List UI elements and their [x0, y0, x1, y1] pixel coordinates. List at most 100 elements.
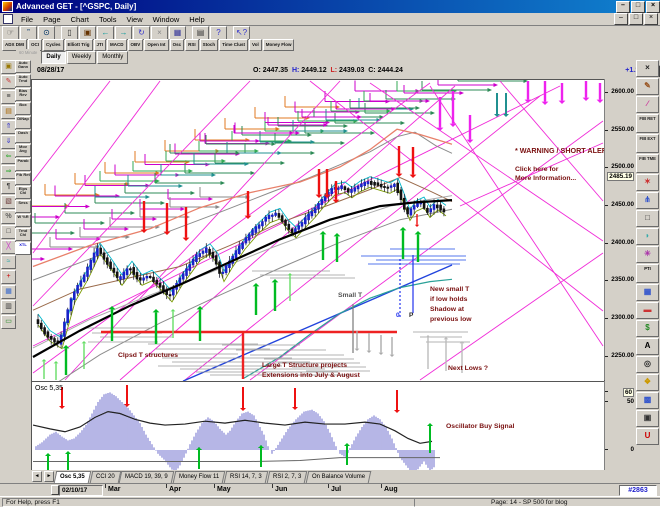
zoom-tool[interactable]: ◎ — [636, 356, 659, 373]
tool-auto-gann[interactable]: Auto Gann — [15, 60, 31, 73]
menu-page[interactable]: Page — [38, 14, 66, 25]
left-icon-15[interactable]: ▦ — [1, 285, 16, 299]
study-jti[interactable]: JTI — [93, 39, 107, 51]
left-icon-5[interactable]: ⇓ — [1, 135, 16, 149]
left-icon-7[interactable]: ⇒ — [1, 165, 16, 179]
study-vol[interactable]: Vol — [249, 39, 262, 51]
study-elliott-trig[interactable]: Elliott Trig — [64, 39, 93, 51]
tool-elps-chl[interactable]: Elps Chl — [15, 186, 31, 199]
price-chart[interactable]: 0 P * WARNING / SHORT ALERT * Click here fo… — [32, 80, 604, 381]
left-icon-17[interactable]: ▭ — [1, 315, 16, 329]
close-button[interactable]: × — [646, 0, 660, 13]
print-icon[interactable]: ▤ — [192, 25, 209, 40]
timeframe-daily[interactable]: Daily — [41, 51, 66, 64]
pointer-icon[interactable]: ☞ — [2, 25, 19, 40]
mdi-restore-button[interactable]: □ — [629, 13, 643, 25]
timeframe-monthly[interactable]: Monthly — [97, 51, 129, 64]
pti-tool[interactable]: PTI — [636, 264, 659, 283]
context-help-icon[interactable]: ↖? — [233, 25, 250, 40]
mob-tool[interactable]: ▬ — [636, 302, 659, 319]
tab-rsi-2-7-3[interactable]: RSI 2, 7, 3 — [266, 471, 308, 483]
timeframe-weekly[interactable]: Weekly — [66, 51, 97, 64]
mdi-close-button[interactable]: × — [644, 13, 658, 25]
left-icon-13[interactable]: ≈ — [1, 255, 16, 269]
color-tool[interactable]: ❖ — [636, 374, 659, 391]
annotation[interactable]: More Information... — [515, 175, 576, 182]
study-rsi[interactable]: RSI — [185, 39, 199, 51]
restore-button[interactable]: □ — [631, 0, 645, 13]
left-icon-16[interactable]: ▥ — [1, 300, 16, 314]
start-date-box[interactable]: 02/10/17 — [59, 485, 103, 496]
menu-window[interactable]: Window — [148, 14, 185, 25]
left-icon-0[interactable]: ▣ — [1, 60, 16, 74]
tab-macd-19-39-9[interactable]: MACD 19, 39, 9 — [119, 471, 175, 483]
update-tool[interactable]: U — [636, 428, 659, 445]
expansion-tool[interactable]: ✳ — [636, 246, 659, 263]
save-icon[interactable]: ▣ — [79, 25, 96, 40]
left-icon-4[interactable]: ⇑ — [1, 120, 16, 134]
trendline-tool[interactable]: ∕ — [636, 96, 659, 113]
gann-fan-tool[interactable]: ✶ — [636, 174, 659, 191]
left-icon-3[interactable]: ▤ — [1, 105, 16, 119]
box-tool[interactable]: □ — [636, 210, 659, 227]
tool-xtl[interactable]: XTL — [15, 242, 31, 255]
quote-icon[interactable]: ” — [20, 25, 37, 40]
tab-money-flow-11[interactable]: Money Flow 11 — [172, 471, 226, 483]
back-icon[interactable]: ← — [97, 25, 114, 40]
ellipse-tool[interactable]: ◗ — [636, 228, 659, 245]
tool-dash[interactable]: Dash — [15, 130, 31, 143]
oscillator-pane[interactable]: Osc 5,35 Oscillator Buy Signal — [31, 381, 605, 472]
left-icon-8[interactable]: ¶ — [1, 180, 16, 194]
study-open-int[interactable]: Open Int — [144, 39, 169, 51]
left-icon-9[interactable]: ▧ — [1, 195, 16, 209]
oscillator-chart[interactable]: Osc 5,35 Oscillator Buy Signal — [32, 382, 604, 471]
price-chart-pane[interactable]: 0 P * WARNING / SHORT ALERT * Click here fo… — [31, 79, 605, 382]
tab-cci-20[interactable]: CCI 20 — [89, 471, 121, 483]
grid-tool[interactable]: ▩ — [636, 392, 659, 409]
fib-time-tool[interactable]: FIB TME — [636, 154, 659, 173]
refresh-icon[interactable]: ↻ — [133, 25, 150, 40]
gann-box-tool[interactable]: ▦ — [636, 284, 659, 301]
forward-icon[interactable]: → — [115, 25, 132, 40]
study-stoch[interactable]: Stoch — [199, 39, 219, 51]
date-scroll-button[interactable] — [51, 485, 59, 495]
study-osc[interactable]: Osc — [169, 39, 185, 51]
left-icon-11[interactable]: □ — [1, 225, 16, 239]
left-icon-12[interactable]: ╳ — [1, 240, 16, 254]
delete-icon[interactable]: × — [151, 25, 168, 40]
tool-sess[interactable]: Sess — [15, 200, 31, 213]
price-label-tool[interactable]: $ — [636, 320, 659, 337]
menu-tools[interactable]: Tools — [94, 14, 122, 25]
tool-trnd-chl[interactable]: Trnd Chl — [15, 228, 31, 241]
text-tool[interactable]: A — [636, 338, 659, 355]
study-time-clust[interactable]: Time Clust — [219, 39, 249, 51]
windows-icon[interactable]: ▦ — [169, 25, 186, 40]
study-cycles[interactable]: Cycles — [43, 39, 64, 51]
tool-box[interactable]: Box — [15, 102, 31, 115]
tab-osc-5-35[interactable]: Osc 5,35 — [53, 471, 91, 483]
tool-dinap[interactable]: DiNap — [15, 116, 31, 129]
menu-view[interactable]: View — [121, 14, 147, 25]
help-icon[interactable]: ? — [210, 25, 227, 40]
fib-extension-tool[interactable]: FIB EXT — [636, 134, 659, 153]
zoom-icon[interactable]: ⊙ — [38, 25, 55, 40]
left-icon-10[interactable]: % — [1, 210, 16, 224]
tool-mov-avg[interactable]: Mov Avg — [15, 144, 31, 157]
tab-on-balance-volume[interactable]: On Balance Volume — [306, 471, 372, 483]
menu-help[interactable]: Help — [184, 14, 209, 25]
menu-file[interactable]: File — [16, 14, 38, 25]
tool-parab[interactable]: Parab — [15, 158, 31, 171]
tab-scroll-left[interactable]: ◄ — [32, 471, 42, 482]
annotation[interactable]: Click here for — [515, 166, 559, 173]
left-icon-6[interactable]: ⇐ — [1, 150, 16, 164]
study-money-flow[interactable]: Money Flow — [262, 39, 295, 51]
tool-fib-ret[interactable]: Fib Ret — [15, 172, 31, 185]
left-icon-2[interactable]: ≡ — [1, 90, 16, 104]
menu-chart[interactable]: Chart — [66, 14, 94, 25]
study-macd[interactable]: MACD — [107, 39, 127, 51]
tool-w-%r[interactable]: W %R — [15, 214, 31, 227]
fib-retrace-tool[interactable]: FIB RET — [636, 114, 659, 133]
left-icon-14[interactable]: + — [1, 270, 16, 284]
delete-tool[interactable]: × — [636, 60, 659, 77]
tool-bias-rev[interactable]: Bias Rev — [15, 88, 31, 101]
